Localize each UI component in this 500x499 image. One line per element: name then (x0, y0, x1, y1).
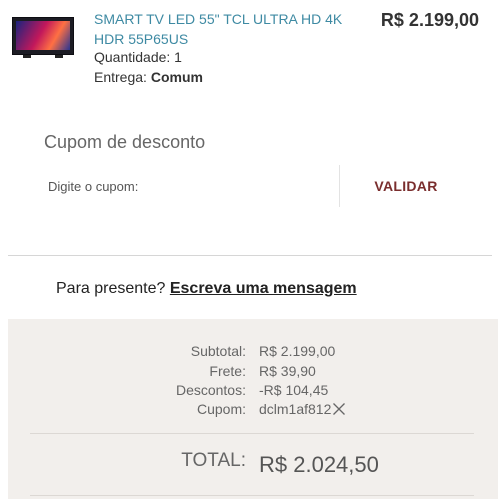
shipping-label: Frete: (209, 363, 246, 379)
discount-row: Descontos: -R$ 104,45 (8, 382, 498, 402)
summary-divider (30, 433, 474, 434)
product-image[interactable] (12, 17, 74, 58)
discount-label: Descontos: (175, 382, 246, 398)
subtotal-value: R$ 2.199,00 (259, 343, 336, 359)
coupon-code-value: dclm1af812 (259, 401, 346, 417)
product-delivery: Entrega: Comum (94, 69, 203, 85)
order-summary: Subtotal: R$ 2.199,00 Frete: R$ 39,90 De… (8, 319, 498, 499)
summary-bottom-divider (30, 495, 474, 496)
section-divider (8, 255, 492, 256)
shipping-row: Frete: R$ 39,90 (8, 363, 498, 383)
gift-message-link[interactable]: Escreva uma mensagem (170, 280, 357, 297)
shipping-value: R$ 39,90 (259, 363, 316, 379)
tv-stand-left (23, 55, 31, 58)
subtotal-label: Subtotal: (190, 343, 246, 359)
tv-stand-right (55, 55, 63, 58)
discount-value: -R$ 104,45 (259, 382, 329, 398)
quantity-value: 1 (174, 49, 182, 65)
product-name-link[interactable]: SMART TV LED 55" TCL ULTRA HD 4K HDR 55P… (94, 9, 359, 49)
product-price: R$ 2.199,00 (380, 10, 479, 30)
gift-prompt: Para presente? Escreva uma mensagem (56, 280, 357, 298)
product-quantity: Quantidade: 1 (94, 49, 182, 65)
delivery-label: Entrega: (94, 69, 151, 85)
validate-coupon-button[interactable]: VALIDAR (341, 166, 471, 206)
coupon-row: Cupom: dclm1af812 (8, 401, 498, 421)
subtotal-row: Subtotal: R$ 2.199,00 (8, 343, 498, 363)
quantity-label: Quantidade: (94, 49, 175, 65)
tv-screen-image (16, 21, 70, 50)
coupon-label: Cupom: (196, 401, 246, 417)
coupon-input[interactable] (38, 166, 338, 206)
coupon-divider (339, 165, 340, 207)
close-icon[interactable] (332, 402, 346, 416)
coupon-title: Cupom de desconto (44, 132, 206, 152)
gift-question: Para presente? (56, 280, 170, 297)
coupon-code: dclm1af812 (259, 401, 332, 417)
delivery-value: Comum (150, 69, 203, 85)
total-value: R$ 2.024,50 (259, 452, 379, 477)
total-label: TOTAL: (181, 450, 246, 471)
